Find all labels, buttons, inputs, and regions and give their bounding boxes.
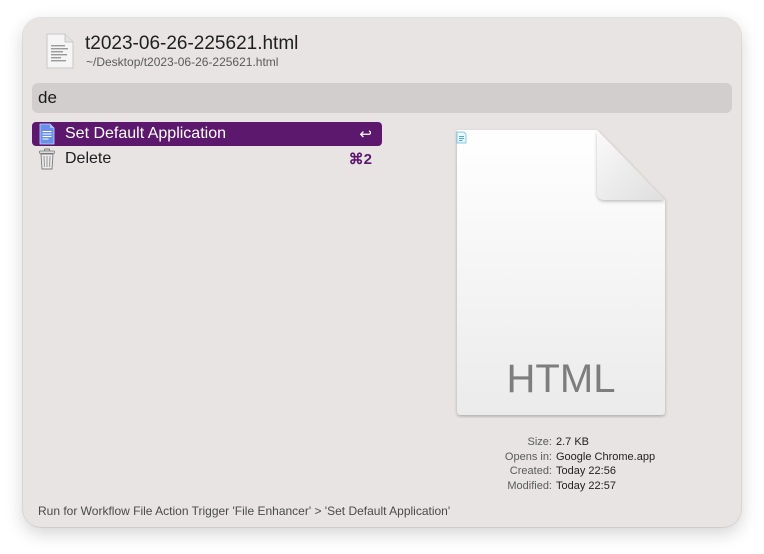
meta-created: Created: Today 22:56 <box>509 465 616 477</box>
file-header: t2023-06-26-225621.html ~/Desktop/t2023-… <box>23 18 741 80</box>
result-item-set-default-application[interactable]: Set Default Application ↩ <box>32 122 382 146</box>
launcher-window: t2023-06-26-225621.html ~/Desktop/t2023-… <box>23 18 741 527</box>
meta-opens-in: Opens in: Google Chrome.app <box>504 450 656 463</box>
file-type-badge: HTML <box>507 357 616 401</box>
code-file-glyph <box>456 131 467 144</box>
cmd-2-shortcut: ⌘2 <box>348 151 372 168</box>
file-path: ~/Desktop/t2023-06-26-225621.html <box>86 55 279 69</box>
result-label: Set Default Application <box>65 125 226 142</box>
file-info: Size: 2.7 KB Opens in: Google Chrome.app… <box>443 436 703 494</box>
results-list: Set Default Application ↩ Delete ⌘2 <box>32 122 382 172</box>
search-input[interactable]: de <box>32 83 732 113</box>
html-file-icon: HTML <box>456 130 665 415</box>
meta-size: Size: 2.7 KB <box>527 436 590 448</box>
file-title: t2023-06-26-225621.html <box>85 33 299 54</box>
return-key-shortcut: ↩ <box>359 126 372 143</box>
html-file-icon <box>46 33 74 69</box>
trash-icon <box>39 148 55 170</box>
meta-modified: Modified: Today 22:57 <box>507 479 616 492</box>
document-icon <box>39 123 55 145</box>
status-footer: Run for Workflow File Action Trigger 'Fi… <box>38 504 451 518</box>
result-label: Delete <box>65 150 112 167</box>
search-query: de <box>38 88 57 107</box>
result-item-delete[interactable]: Delete ⌘2 <box>32 147 382 171</box>
